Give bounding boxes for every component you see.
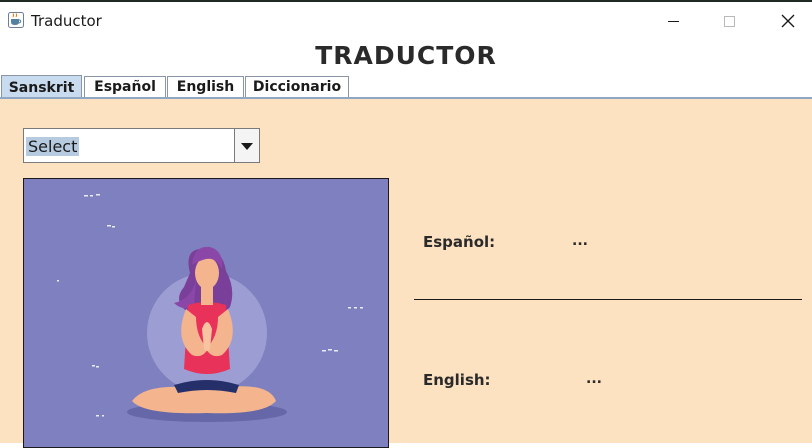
spanish-label: Español: bbox=[423, 233, 496, 251]
heading-area: TRADUCTOR bbox=[0, 39, 812, 75]
window-title: Traductor bbox=[31, 12, 102, 30]
chevron-down-icon bbox=[241, 143, 253, 150]
maximize-icon bbox=[724, 16, 735, 27]
app-heading: TRADUCTOR bbox=[315, 41, 497, 70]
tab-diccionario[interactable]: Diccionario bbox=[245, 76, 349, 97]
translation-divider bbox=[414, 299, 802, 300]
pose-image-panel bbox=[23, 178, 389, 448]
tab-sanskrit[interactable]: Sanskrit bbox=[1, 75, 82, 99]
close-button[interactable] bbox=[762, 4, 808, 38]
minimize-icon bbox=[668, 21, 679, 22]
tab-content-panel: Select Español: ... English: ... bbox=[0, 99, 812, 448]
close-icon bbox=[781, 14, 795, 28]
word-select-dropdown[interactable]: Select bbox=[23, 128, 260, 163]
english-translation-value: ... bbox=[586, 371, 602, 387]
tab-espanol[interactable]: Español bbox=[84, 76, 166, 97]
maximize-button[interactable] bbox=[706, 4, 752, 38]
window-titlebar[interactable]: Traductor bbox=[0, 2, 812, 39]
java-coffee-cup-icon bbox=[8, 12, 24, 28]
dropdown-selected-value: Select bbox=[26, 137, 80, 156]
meditating-woman-illustration bbox=[24, 179, 388, 447]
tab-bar: Sanskrit Español English Diccionario bbox=[0, 75, 812, 99]
tab-english[interactable]: English bbox=[167, 76, 244, 97]
spanish-translation-value: ... bbox=[572, 233, 588, 249]
english-label: English: bbox=[423, 371, 491, 389]
minimize-button[interactable] bbox=[651, 4, 697, 38]
dropdown-arrow-button[interactable] bbox=[234, 129, 259, 162]
